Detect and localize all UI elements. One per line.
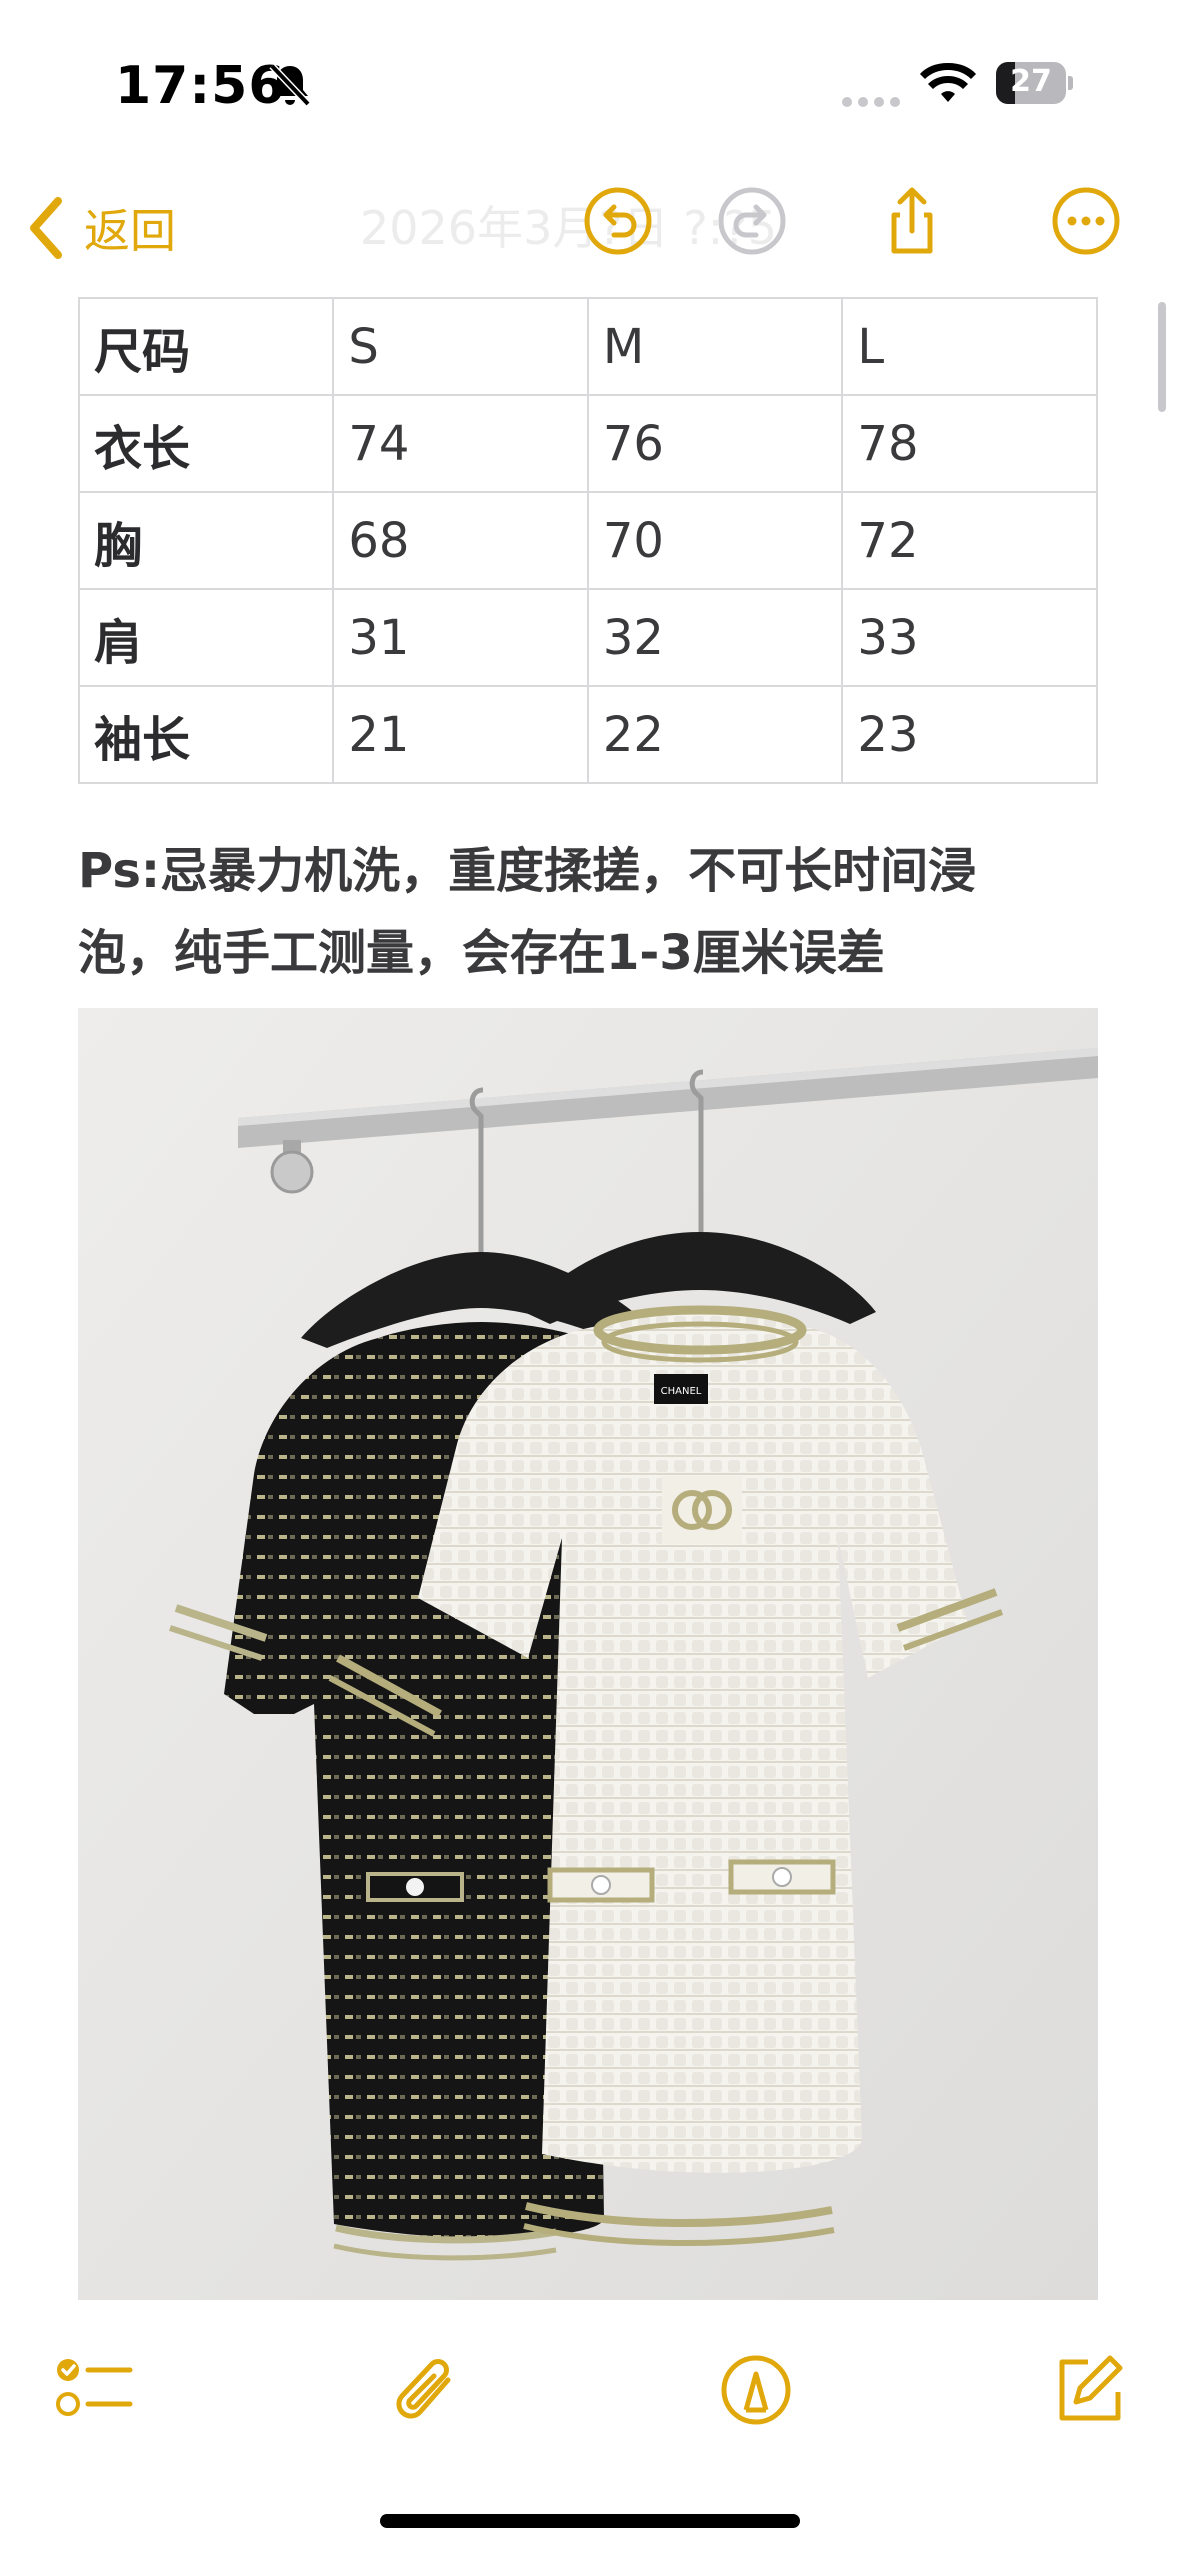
- checklist-icon[interactable]: [54, 2350, 134, 2430]
- undo-icon[interactable]: [582, 185, 654, 257]
- size-table: 尺码 S M L 衣长 74 76 78 胸 68 70 72 肩 31 32 …: [77, 297, 1098, 784]
- table-row: 肩 31 32 33: [77, 588, 1098, 687]
- chevron-left-icon: [30, 197, 62, 259]
- product-photo[interactable]: CHANEL: [78, 1008, 1098, 2300]
- table-row: 胸 68 70 72: [77, 491, 1098, 590]
- status-time: 17:56: [115, 56, 286, 116]
- table-row: 尺码 S M L: [77, 297, 1098, 396]
- table-cell[interactable]: 22: [586, 685, 844, 784]
- note-line: Ps:忌暴力机洗，重度揉搓，不可长时间浸: [78, 843, 977, 899]
- table-cell[interactable]: 21: [332, 685, 589, 784]
- scrollbar[interactable]: [1158, 302, 1166, 412]
- table-row: 衣长 74 76 78: [77, 394, 1098, 493]
- table-cell[interactable]: 76: [586, 394, 844, 493]
- table-cell[interactable]: 袖长: [77, 685, 335, 784]
- paperclip-icon[interactable]: [386, 2350, 466, 2430]
- signal-icon: [842, 92, 906, 111]
- share-icon[interactable]: [876, 185, 948, 257]
- dress-photo-illustration: CHANEL: [78, 1008, 1098, 2300]
- table-cell[interactable]: 肩: [77, 588, 335, 687]
- redo-icon[interactable]: [716, 185, 788, 257]
- back-label: 返回: [84, 204, 176, 258]
- more-icon[interactable]: [1050, 185, 1122, 257]
- table-cell[interactable]: 尺码: [77, 297, 335, 396]
- note-text[interactable]: Ps:忌暴力机洗，重度揉搓，不可长时间浸 泡，纯手工测量，会存在1-3厘米误差: [78, 830, 1108, 994]
- table-cell[interactable]: 78: [841, 394, 1098, 493]
- compose-icon[interactable]: [1048, 2350, 1128, 2430]
- table-cell[interactable]: 32: [586, 588, 844, 687]
- note-title-faded: 2026年3月?日 ?:?5: [360, 201, 777, 255]
- bell-slash-icon: [269, 63, 311, 107]
- table-row: 袖长 21 22 23: [77, 685, 1098, 784]
- table-cell[interactable]: 72: [841, 491, 1098, 590]
- brand-label: CHANEL: [661, 1386, 702, 1397]
- markup-icon[interactable]: [716, 2350, 796, 2430]
- table-cell[interactable]: 70: [586, 491, 844, 590]
- status-bar: 17:56 27: [0, 0, 1179, 170]
- home-indicator[interactable]: [380, 2514, 800, 2528]
- bottom-toolbar: [0, 2330, 1179, 2450]
- table-cell[interactable]: 23: [841, 685, 1098, 784]
- back-button[interactable]: 返回: [26, 188, 176, 268]
- table-cell[interactable]: S: [332, 297, 589, 396]
- table-cell[interactable]: 74: [332, 394, 589, 493]
- table-cell[interactable]: 68: [332, 491, 589, 590]
- table-cell[interactable]: 衣长: [77, 394, 335, 493]
- table-cell[interactable]: 胸: [77, 491, 335, 590]
- nav-bar: 返回 2026年3月?日 ?:?5: [0, 170, 1179, 290]
- table-cell[interactable]: 33: [841, 588, 1098, 687]
- battery-icon: 27: [996, 62, 1074, 106]
- wifi-icon: [920, 63, 976, 102]
- table-cell[interactable]: M: [586, 297, 844, 396]
- battery-level: 27: [1010, 64, 1052, 99]
- table-cell[interactable]: 31: [332, 588, 589, 687]
- note-line: 泡，纯手工测量，会存在1-3厘米误差: [78, 925, 885, 981]
- table-cell[interactable]: L: [841, 297, 1098, 396]
